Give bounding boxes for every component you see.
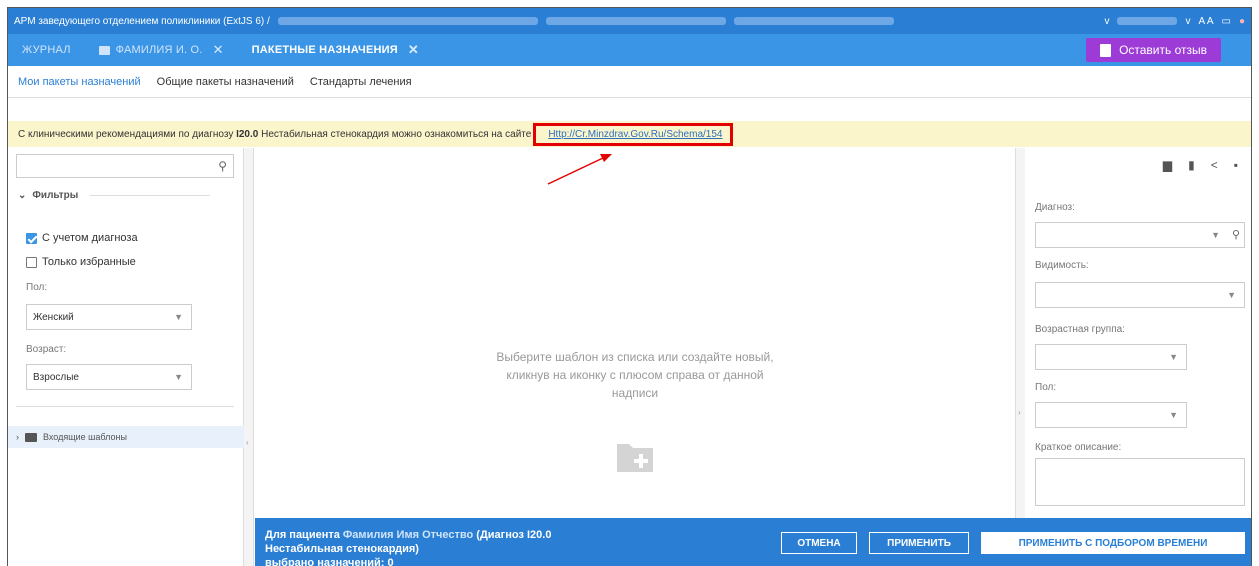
- tab-journal[interactable]: ЖУРНАЛ: [8, 34, 85, 66]
- apply-button[interactable]: ПРИМЕНИТЬ: [869, 532, 969, 554]
- dropdown-arrow-icon[interactable]: ▼: [1169, 410, 1178, 420]
- selected-count: выбрано назначений: 0: [265, 557, 394, 566]
- apply-bar-extension: ПРИМЕНИТЬ С ПОДБОРОМ ВРЕМЕНИ: [981, 518, 1251, 566]
- font-size-control[interactable]: A A: [1198, 16, 1213, 27]
- template-workspace: Выберите шаблон из списка или создайте н…: [255, 148, 1015, 518]
- visibility-select[interactable]: ▼: [1035, 282, 1245, 308]
- properties-toolbar: ▆ ▮ < ▪: [1163, 158, 1238, 172]
- redacted-text: [545, 17, 726, 25]
- window-title: АРМ заведующего отделением поликлиники (…: [14, 15, 270, 27]
- close-icon[interactable]: ✕: [213, 42, 224, 58]
- banner-text: С клиническими рекомендациями по диагноз…: [18, 128, 234, 140]
- guidelines-link[interactable]: Http://Cr.Minzdrav.Gov.Ru/Schema/154: [548, 129, 722, 140]
- redacted-user: [1117, 17, 1178, 25]
- age-select[interactable]: Взрослые ▼: [26, 364, 192, 390]
- favorites-checkbox[interactable]: Только избранные: [26, 256, 136, 268]
- document-icon: [1100, 43, 1112, 57]
- folder-add-icon[interactable]: ▆: [1163, 158, 1172, 172]
- trash-icon[interactable]: ▪: [1234, 158, 1238, 172]
- expand-icon[interactable]: ›: [1018, 408, 1021, 417]
- tab-label: ПАКЕТНЫЕ НАЗНАЧЕНИЯ: [251, 44, 398, 56]
- title-bar: АРМ заведующего отделением поликлиники (…: [8, 8, 1251, 34]
- dropdown-arrow-icon[interactable]: ▼: [1211, 230, 1220, 240]
- tab-patient[interactable]: ФАМИЛИЯ И. О. ✕: [85, 34, 238, 66]
- search-icon[interactable]: ⚲: [1232, 228, 1240, 241]
- link-highlight-box: Http://Cr.Minzdrav.Gov.Ru/Schema/154: [533, 122, 734, 146]
- description-textarea[interactable]: [1035, 458, 1245, 506]
- redacted-text: [733, 17, 894, 25]
- add-folder-icon[interactable]: [615, 438, 655, 474]
- subtab-shared-packages[interactable]: Общие пакеты назначений: [157, 72, 294, 92]
- feedback-label: Оставить отзыв: [1119, 43, 1207, 57]
- tree-item-label: Входящие шаблоны: [43, 432, 127, 442]
- notification-icon[interactable]: ●: [1239, 16, 1245, 27]
- apply-bar: Для пациента Фамилия Имя Отчество (Диагн…: [255, 518, 1015, 566]
- close-icon[interactable]: ✕: [408, 42, 419, 58]
- patient-card-icon: [98, 45, 110, 55]
- sex-select[interactable]: ▼: [1035, 402, 1187, 428]
- left-panel: ⚲ ⌄ Фильтры С учетом диагноза Только изб…: [8, 148, 244, 566]
- age-group-label: Возрастная группа:: [1035, 324, 1125, 335]
- template-properties-panel: ▆ ▮ < ▪ Диагноз: ▼ ⚲ Видимость: ▼ Возрас…: [1025, 148, 1251, 566]
- leave-feedback-button[interactable]: Оставить отзыв: [1086, 38, 1221, 62]
- window-icon[interactable]: ▭: [1222, 16, 1231, 27]
- chevron-right-icon[interactable]: ›: [16, 432, 19, 442]
- tree-item-incoming-templates[interactable]: › Входящие шаблоны: [8, 426, 244, 448]
- redacted-text: [277, 17, 538, 25]
- share-icon[interactable]: <: [1211, 158, 1218, 172]
- right-splitter[interactable]: ›: [1015, 148, 1025, 566]
- diagnosis-checkbox[interactable]: С учетом диагноза: [26, 232, 138, 244]
- search-input[interactable]: ⚲: [16, 154, 234, 178]
- age-group-select[interactable]: ▼: [1035, 344, 1187, 370]
- subtab-my-packages[interactable]: Мои пакеты назначений: [18, 72, 141, 92]
- chevron-down-icon[interactable]: v: [1104, 16, 1109, 27]
- left-splitter[interactable]: ‹: [244, 148, 254, 566]
- subtab-treatment-standards[interactable]: Стандарты лечения: [310, 72, 412, 92]
- collapse-icon[interactable]: ‹: [246, 438, 249, 447]
- age-label: Возраст:: [26, 344, 67, 355]
- main-tabs: ЖУРНАЛ ФАМИЛИЯ И. О. ✕ ПАКЕТНЫЕ НАЗНАЧЕН…: [8, 34, 1251, 66]
- sex-label: Пол:: [26, 282, 48, 293]
- apply-with-time-button[interactable]: ПРИМЕНИТЬ С ПОДБОРОМ ВРЕМЕНИ: [981, 532, 1245, 554]
- clinical-guidelines-banner: С клиническими рекомендациями по диагноз…: [8, 121, 1251, 147]
- checkbox-label: С учетом диагноза: [42, 232, 138, 244]
- summary-text: Для пациента: [265, 529, 340, 541]
- title-controls: v v A A ▭ ●: [1104, 16, 1245, 27]
- app-window: АРМ заведующего отделением поликлиники (…: [7, 7, 1252, 566]
- chevron-down-icon[interactable]: v: [1185, 16, 1190, 27]
- checkbox-label: Только избранные: [42, 256, 136, 268]
- divider: [90, 195, 211, 196]
- apply-bar-summary: Для пациента Фамилия Имя Отчество (Диагн…: [265, 528, 625, 566]
- copy-icon[interactable]: ▮: [1188, 158, 1195, 172]
- description-label: Краткое описание:: [1035, 442, 1122, 453]
- dropdown-arrow-icon[interactable]: ▼: [1227, 290, 1236, 300]
- checkbox-checked[interactable]: [26, 232, 37, 244]
- sex-value: Женский: [33, 311, 74, 323]
- sex-select[interactable]: Женский ▼: [26, 304, 192, 330]
- dropdown-arrow-icon[interactable]: ▼: [1169, 352, 1178, 362]
- dropdown-arrow-icon[interactable]: ▼: [174, 372, 183, 382]
- diagnosis-select[interactable]: ▼ ⚲: [1035, 222, 1245, 248]
- tab-label: ФАМИЛИЯ И. О.: [115, 44, 203, 56]
- folder-icon: [25, 432, 37, 442]
- divider: [16, 406, 234, 407]
- tab-label: ЖУРНАЛ: [22, 44, 71, 56]
- filters-header[interactable]: ⌄ Фильтры: [18, 190, 211, 201]
- empty-state-message: Выберите шаблон из списка или создайте н…: [496, 350, 774, 400]
- banner-diagnosis-code: I20.0: [236, 128, 259, 140]
- sex-label: Пол:: [1035, 382, 1057, 393]
- sub-tabs: Мои пакеты назначений Общие пакеты назна…: [8, 66, 1251, 98]
- visibility-label: Видимость:: [1035, 260, 1089, 271]
- banner-text: Нестабильная стенокардия можно ознакомит…: [261, 128, 532, 140]
- cancel-button[interactable]: ОТМЕНА: [781, 532, 857, 554]
- search-icon[interactable]: ⚲: [218, 159, 227, 173]
- age-value: Взрослые: [33, 371, 79, 383]
- patient-name: Фамилия Имя Отчество: [342, 529, 474, 541]
- dropdown-arrow-icon[interactable]: ▼: [174, 312, 183, 322]
- chevron-down-icon[interactable]: ⌄: [18, 190, 26, 201]
- diagnosis-label: Диагноз:: [1035, 202, 1075, 213]
- tab-batch-prescriptions[interactable]: ПАКЕТНЫЕ НАЗНАЧЕНИЯ ✕: [238, 34, 433, 66]
- checkbox-unchecked[interactable]: [26, 256, 37, 268]
- filters-title: Фильтры: [32, 190, 79, 201]
